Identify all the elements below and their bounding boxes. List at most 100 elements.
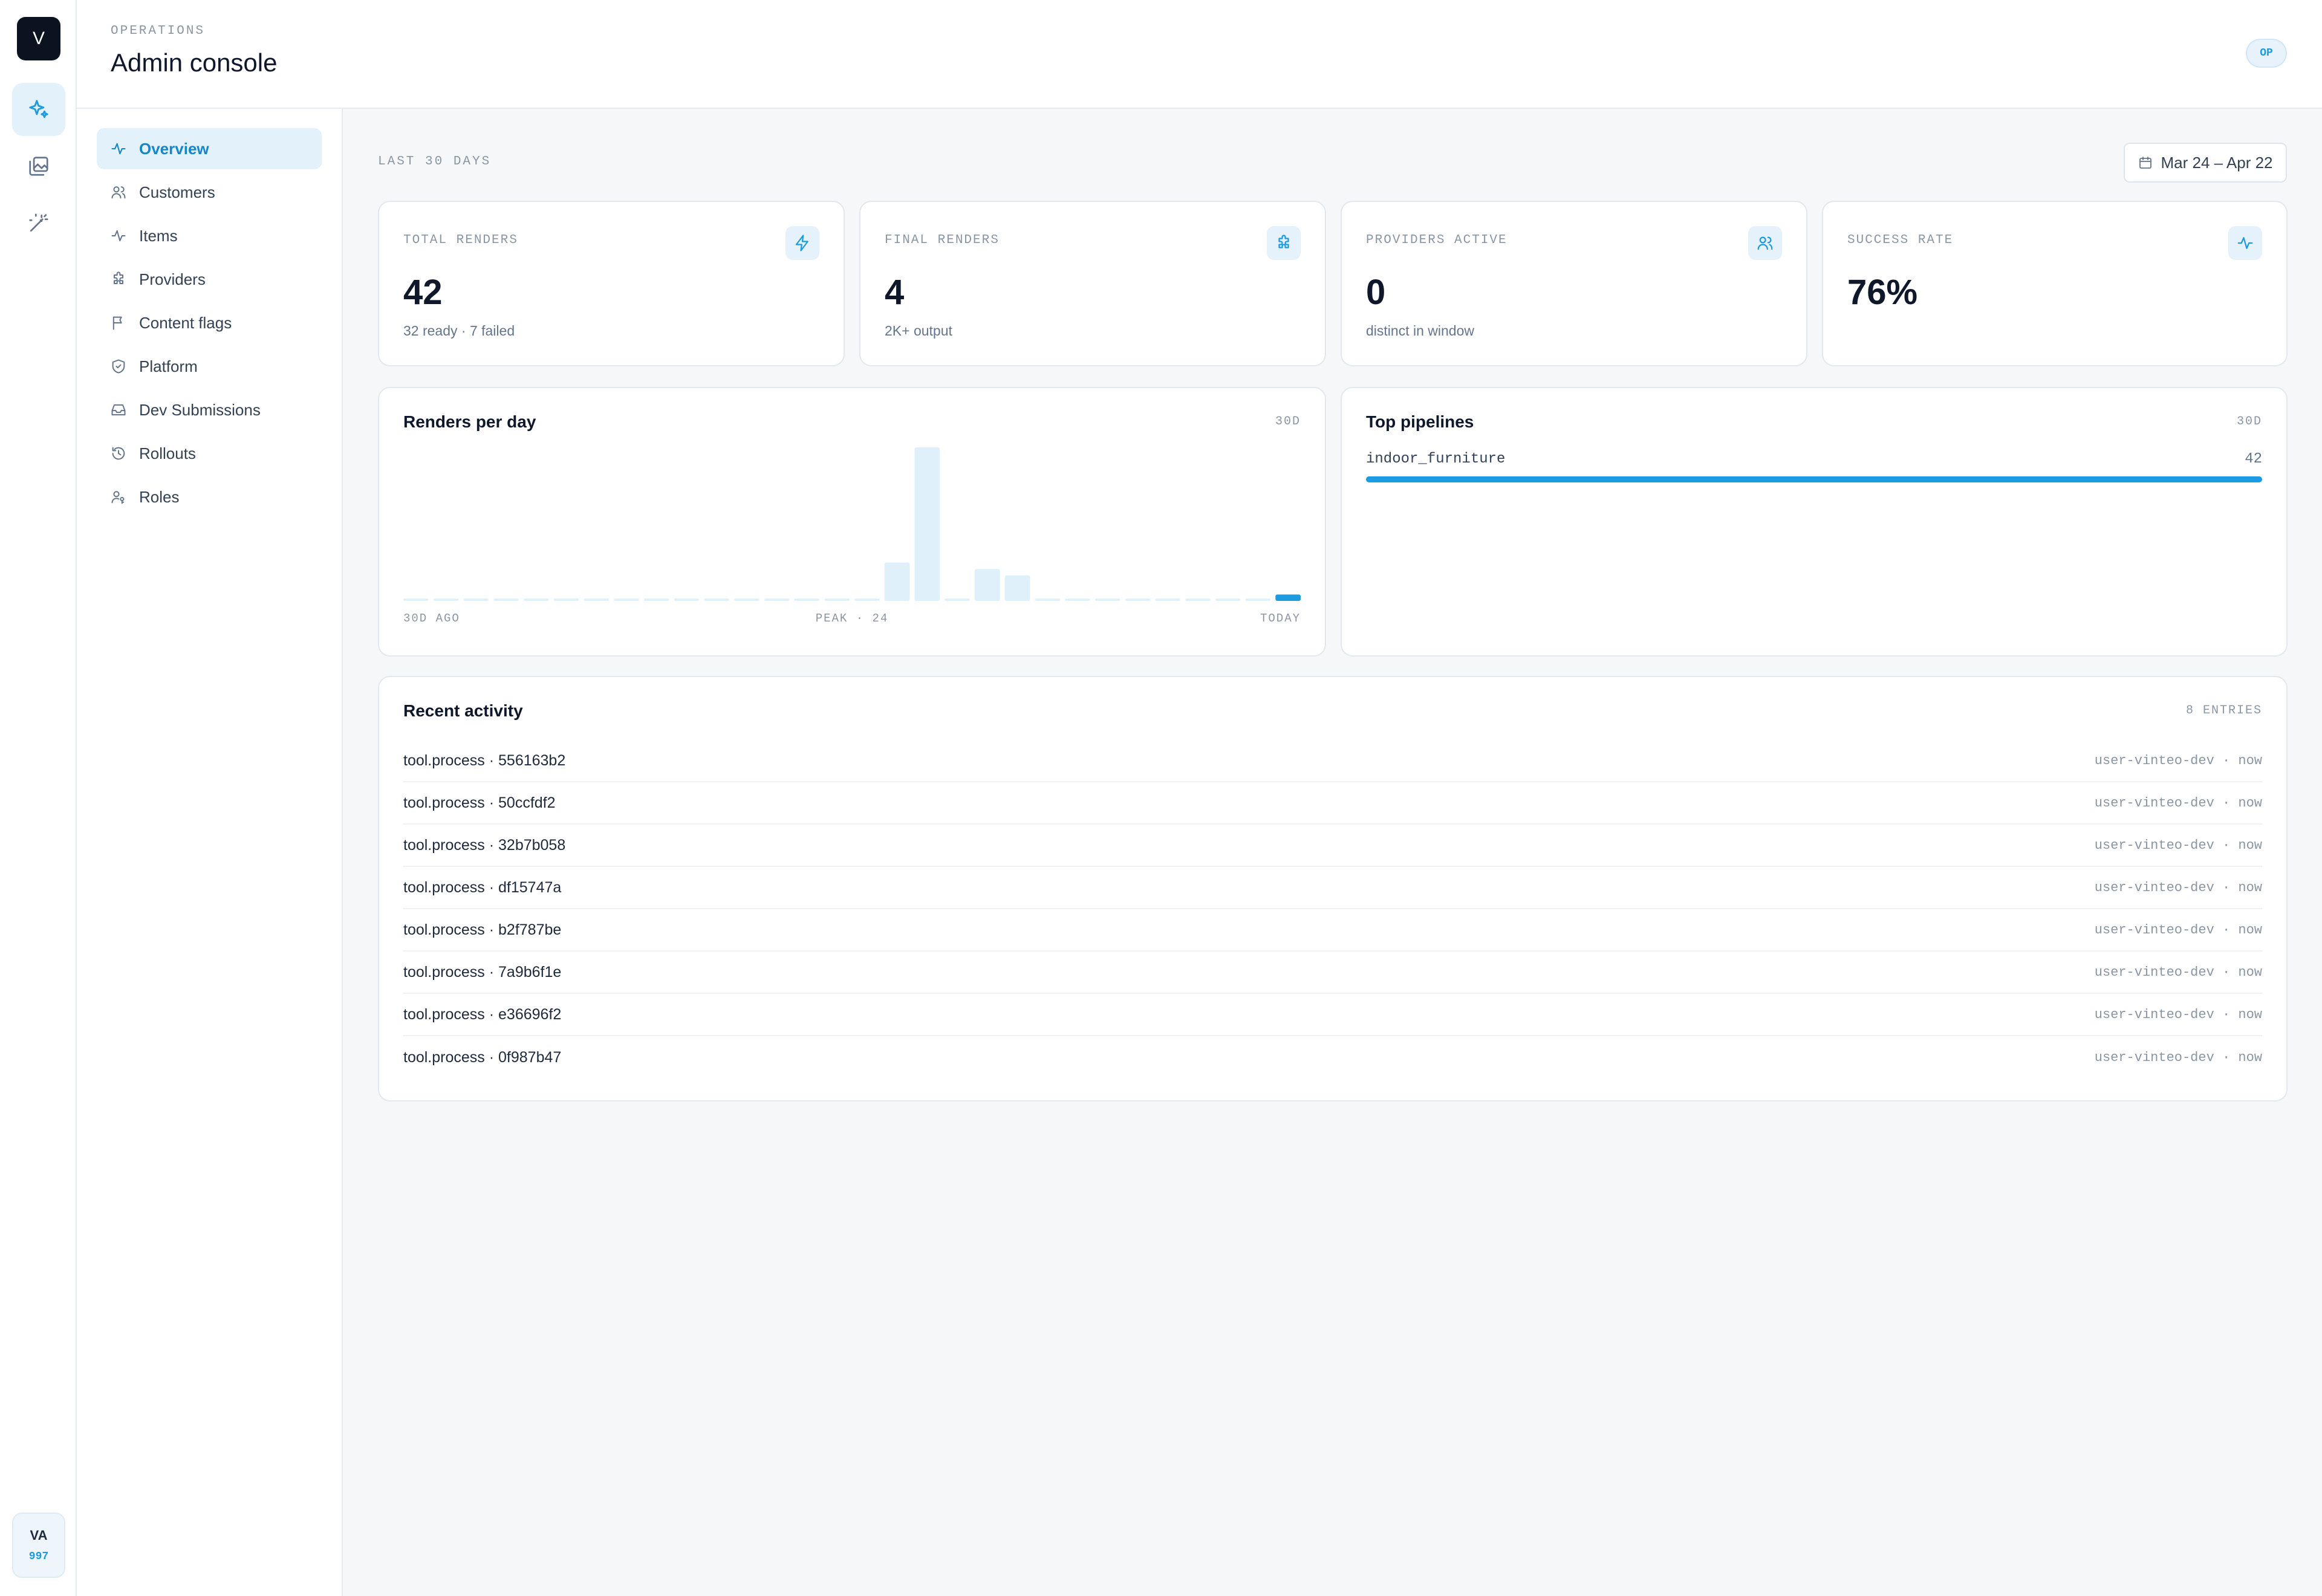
chart-bar-d15[interactable] <box>824 598 850 601</box>
nav-item-roles[interactable]: Roles <box>97 476 322 517</box>
activity-event: tool.process · 7a9b6f1e <box>403 963 562 981</box>
flag-icon <box>112 316 122 330</box>
rail-button-studio[interactable] <box>12 83 65 136</box>
stat-value: 0 <box>1366 273 1386 312</box>
axis-label-peak: PEAK · 24 <box>815 612 889 625</box>
shield-icon <box>112 359 125 374</box>
puzzle-icon <box>1278 235 1289 248</box>
images-icon <box>29 157 48 176</box>
activity-icon <box>2237 237 2253 249</box>
chart-bar-d27[interactable] <box>1185 598 1211 601</box>
user-avatar[interactable]: VA 997 <box>12 1513 65 1578</box>
chart-bar-d25[interactable] <box>1125 598 1151 601</box>
stat-card-success-rate: SUCCESS RATE 76% <box>1822 201 2288 366</box>
operator-badge[interactable]: OP <box>2246 39 2287 68</box>
user-number: 997 <box>28 1551 49 1563</box>
chart-bar-d6[interactable] <box>553 598 579 601</box>
bolt-icon <box>795 235 808 251</box>
chart-bar-d13[interactable] <box>764 598 790 601</box>
stat-value: 42 <box>403 273 443 312</box>
activity-row[interactable]: tool.process · 32b7b058 user-vinteo-dev … <box>403 825 2262 867</box>
nav-item-items[interactable]: Items <box>97 215 322 256</box>
stat-icon-badge <box>1748 226 1782 260</box>
nav-item-label: Customers <box>139 183 215 201</box>
chart-bar-d19[interactable] <box>945 598 970 601</box>
activity-icon <box>111 143 126 155</box>
chart-bar-d29[interactable] <box>1245 598 1271 601</box>
chart-bar-d30[interactable] <box>1275 594 1301 601</box>
activity-row[interactable]: tool.process · 0f987b47 user-vinteo-dev … <box>403 1036 2262 1079</box>
chart-bar-d5[interactable] <box>523 598 549 601</box>
chart-bar-d17[interactable] <box>884 562 910 602</box>
nav-item-label: Rollouts <box>139 444 196 462</box>
chart-bar-d23[interactable] <box>1065 598 1090 601</box>
app-rail: V VA 997 <box>0 0 77 1596</box>
activity-event: tool.process · 556163b2 <box>403 751 566 769</box>
nav-item-overview[interactable]: Overview <box>97 128 322 169</box>
nav-item-providers[interactable]: Providers <box>97 259 322 300</box>
chart-bar-d24[interactable] <box>1094 598 1120 601</box>
nav-item-customers[interactable]: Customers <box>97 172 322 213</box>
activity-meta: user-vinteo-dev · now <box>2094 922 2262 938</box>
activity-row[interactable]: tool.process · df15747a user-vinteo-dev … <box>403 867 2262 909</box>
stat-card-providers-active: PROVIDERS ACTIVE 0 distinct in window <box>1341 201 1807 366</box>
date-range-text: Mar 24 – Apr 22 <box>2161 153 2273 172</box>
activity-row[interactable]: tool.process · 556163b2 user-vinteo-dev … <box>403 740 2262 782</box>
chart-bar-d22[interactable] <box>1035 598 1061 601</box>
chart-bar-d9[interactable] <box>643 598 669 601</box>
page-title: Admin console <box>111 48 278 77</box>
chart-bar-d3[interactable] <box>463 598 489 601</box>
renders-bar-chart <box>403 447 1301 602</box>
nav-item-platform[interactable]: Platform <box>97 346 322 387</box>
pipeline-progress-track <box>1366 476 2262 482</box>
activity-row[interactable]: tool.process · e36696f2 user-vinteo-dev … <box>403 994 2262 1036</box>
activity-event: tool.process · 0f987b47 <box>403 1048 562 1066</box>
admin-nav: Overview Customers Items Providers Conte… <box>77 109 343 1596</box>
app-logo-letter: V <box>32 28 45 48</box>
activity-row[interactable]: tool.process · 7a9b6f1e user-vinteo-dev … <box>403 952 2262 994</box>
nav-item-label: Platform <box>139 357 198 375</box>
chart-bar-d12[interactable] <box>734 598 759 601</box>
date-range-button[interactable]: Mar 24 – Apr 22 <box>2124 143 2287 183</box>
sparkles-icon <box>29 100 48 118</box>
stat-label: PROVIDERS ACTIVE <box>1366 233 1507 247</box>
chart-bar-d28[interactable] <box>1215 598 1241 601</box>
chart-bar-d7[interactable] <box>584 598 610 601</box>
chart-bar-d10[interactable] <box>674 598 700 601</box>
inbox-icon <box>111 404 126 416</box>
nav-item-dev-submissions[interactable]: Dev Submissions <box>97 389 322 430</box>
chart-bar-d2[interactable] <box>433 598 459 601</box>
chart-bar-d1[interactable] <box>403 598 429 601</box>
chart-bar-d11[interactable] <box>704 598 730 601</box>
user-initials: VA <box>30 1528 48 1543</box>
stat-subtext: distinct in window <box>1366 323 1474 339</box>
chart-bar-d16[interactable] <box>854 598 880 601</box>
rail-button-gallery[interactable] <box>12 140 65 193</box>
chart-bar-d21[interactable] <box>1004 575 1030 601</box>
pipeline-name[interactable]: indoor_furniture <box>1366 451 1505 467</box>
stat-icon-badge <box>785 226 819 260</box>
nav-item-rollouts[interactable]: Rollouts <box>97 433 322 474</box>
chart-bar-d20[interactable] <box>974 569 1000 601</box>
header-eyebrow: OPERATIONS <box>111 24 206 38</box>
nav-item-label: Providers <box>139 270 206 288</box>
chart-bar-d4[interactable] <box>493 598 519 601</box>
activity-row[interactable]: tool.process · 50ccfdf2 user-vinteo-dev … <box>403 782 2262 825</box>
nav-item-content-flags[interactable]: Content flags <box>97 302 322 343</box>
history-icon <box>112 447 125 460</box>
rail-button-tools[interactable] <box>12 196 65 250</box>
chart-bar-d8[interactable] <box>614 598 639 601</box>
stat-subtext: 32 ready · 7 failed <box>403 323 515 339</box>
page-header: OPERATIONS Admin console OP <box>77 0 2322 109</box>
stat-label: FINAL RENDERS <box>885 233 1000 247</box>
app-logo[interactable]: V <box>17 17 60 60</box>
chart-bar-d14[interactable] <box>794 598 820 601</box>
pipeline-count: 42 <box>2245 451 2262 467</box>
chart-bar-d18[interactable] <box>914 447 940 601</box>
nav-item-label: Items <box>139 226 178 245</box>
main-content: LAST 30 DAYS Mar 24 – Apr 22 TOTAL RENDE… <box>343 109 2322 1596</box>
chart-bar-d26[interactable] <box>1155 598 1181 601</box>
activity-row[interactable]: tool.process · b2f787be user-vinteo-dev … <box>403 909 2262 952</box>
panel-tag: 30D <box>1275 415 1301 429</box>
activity-meta: user-vinteo-dev · now <box>2094 964 2262 980</box>
